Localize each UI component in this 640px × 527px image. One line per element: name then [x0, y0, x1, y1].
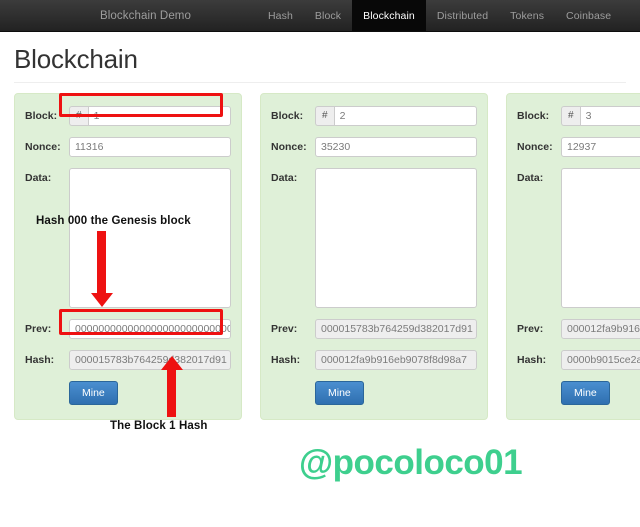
block-number-input-group: # 1 [69, 106, 231, 126]
nav-link-hash[interactable]: Hash [257, 0, 304, 31]
block-number-row: Block: # 3 [517, 106, 640, 126]
hash-row: Hash: 000015783b764259d382017d91 [25, 350, 231, 370]
block-number-row: Block: # 2 [271, 106, 477, 126]
data-label: Data: [517, 172, 544, 184]
hash-label: Hash: [517, 354, 547, 366]
mine-row: Mine [271, 381, 477, 405]
nonce-input[interactable]: 35230 [315, 137, 477, 157]
data-row: Data: [25, 168, 231, 308]
prev-label: Prev: [25, 323, 52, 335]
hash-output: 000015783b764259d382017d91 [69, 350, 231, 370]
genesis-annotation-text: Hash 000 the Genesis block [36, 215, 191, 227]
block-number-input-group: # 3 [561, 106, 640, 126]
nav-link-tokens[interactable]: Tokens [499, 0, 555, 31]
block-panel-1: Block: # 1 Nonce: 11316 Data: Prev: 0000… [14, 93, 242, 420]
hash-symbol-icon: # [561, 106, 580, 126]
mine-button[interactable]: Mine [561, 381, 610, 405]
data-row: Data: [517, 168, 640, 308]
hash-symbol-icon: # [315, 106, 334, 126]
watermark: @pocoloco01 [299, 443, 523, 482]
prev-hash-input[interactable]: 000000000000000000000000000000 [69, 319, 231, 339]
hash-label: Hash: [25, 354, 55, 366]
nav-link-blockchain[interactable]: Blockchain [352, 0, 426, 31]
page-header: Blockchain [0, 32, 640, 83]
mine-button[interactable]: Mine [69, 381, 118, 405]
prev-label: Prev: [271, 323, 298, 335]
nonce-label: Nonce: [25, 141, 61, 153]
nav-link-block[interactable]: Block [304, 0, 352, 31]
nav-link-coinbase[interactable]: Coinbase [555, 0, 622, 31]
top-navbar: Blockchain Demo Hash Block Blockchain Di… [0, 0, 640, 32]
block-number-input[interactable]: 3 [579, 106, 640, 126]
nonce-row: Nonce: 35230 [271, 137, 477, 157]
nav-link-distributed[interactable]: Distributed [426, 0, 499, 31]
hash-row: Hash: 000012fa9b916eb9078f8d98a7 [271, 350, 477, 370]
block-label: Block: [271, 110, 304, 122]
hash-label: Hash: [271, 354, 301, 366]
data-textarea[interactable] [561, 168, 640, 308]
data-textarea[interactable] [315, 168, 477, 308]
block1-hash-annotation-text: The Block 1 Hash [110, 420, 208, 432]
prev-hash-input[interactable]: 000015783b764259d382017d91 [315, 319, 477, 339]
block-number-input-group: # 2 [315, 106, 477, 126]
mine-button[interactable]: Mine [315, 381, 364, 405]
prev-row: Prev: 000015783b764259d382017d91 [271, 319, 477, 339]
navbar-links: Hash Block Blockchain Distributed Tokens… [257, 0, 622, 31]
nonce-input[interactable]: 11316 [69, 137, 231, 157]
hash-row: Hash: 0000b9015ce2a08b6d2f1c4e33 [517, 350, 640, 370]
data-row: Data: [271, 168, 477, 308]
mine-row: Mine [25, 381, 231, 405]
block-number-input[interactable]: 1 [87, 106, 231, 126]
data-textarea[interactable] [69, 168, 231, 308]
navbar-brand[interactable]: Blockchain Demo [88, 0, 203, 31]
hash-symbol-icon: # [69, 106, 88, 126]
nonce-input[interactable]: 12937 [561, 137, 640, 157]
block-label: Block: [25, 110, 58, 122]
prev-label: Prev: [517, 323, 544, 335]
prev-row: Prev: 000000000000000000000000000000 [25, 319, 231, 339]
blocks-row: Block: # 1 Nonce: 11316 Data: Prev: 0000… [0, 83, 640, 420]
hash-output: 000012fa9b916eb9078f8d98a7 [315, 350, 477, 370]
nonce-row: Nonce: 11316 [25, 137, 231, 157]
prev-row: Prev: 000012fa9b916eb9078f8d98a7 [517, 319, 640, 339]
block-label: Block: [517, 110, 550, 122]
prev-hash-input[interactable]: 000012fa9b916eb9078f8d98a7 [561, 319, 640, 339]
data-label: Data: [271, 172, 298, 184]
nonce-label: Nonce: [517, 141, 553, 153]
nonce-row: Nonce: 12937 [517, 137, 640, 157]
block-number-input[interactable]: 2 [333, 106, 477, 126]
hash-output: 0000b9015ce2a08b6d2f1c4e33 [561, 350, 640, 370]
page-title: Blockchain [14, 44, 138, 74]
block-panel-3: Block: # 3 Nonce: 12937 Data: Prev: 0000… [506, 93, 640, 420]
data-label: Data: [25, 172, 52, 184]
block-panel-2: Block: # 2 Nonce: 35230 Data: Prev: 0000… [260, 93, 488, 420]
block-number-row: Block: # 1 [25, 106, 231, 126]
mine-row: Mine [517, 381, 640, 405]
nonce-label: Nonce: [271, 141, 307, 153]
